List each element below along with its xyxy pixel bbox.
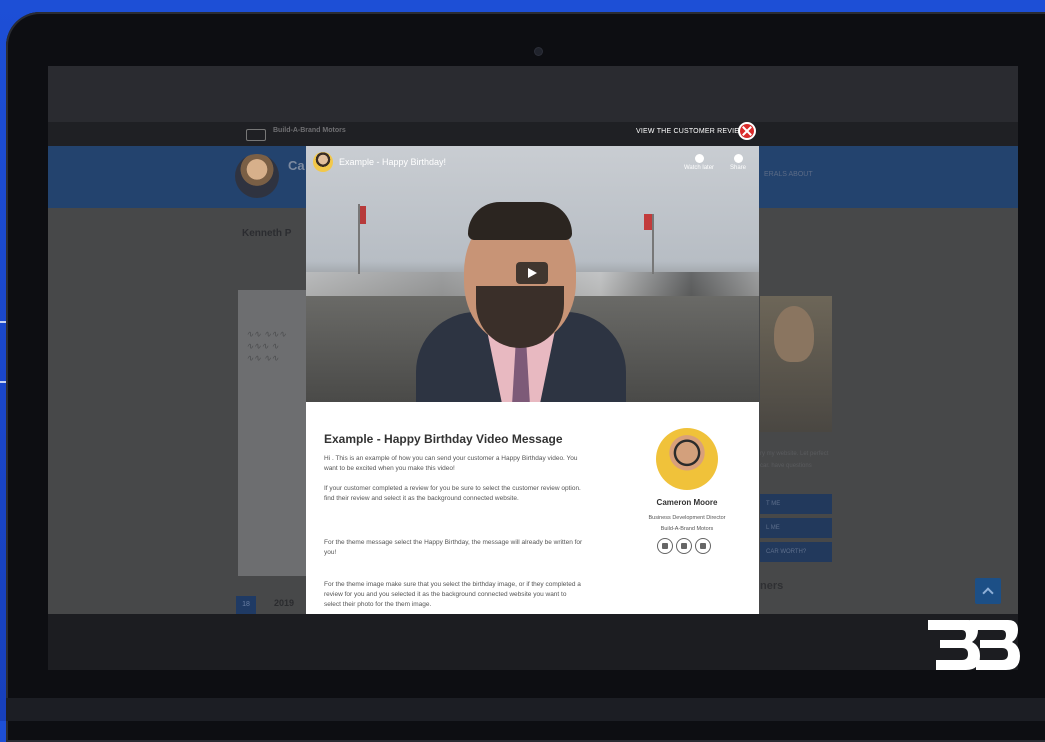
- scroll-top-button[interactable]: [975, 578, 1001, 604]
- message-content: Example - Happy Birthday Video Message H…: [306, 402, 759, 614]
- message-title: Example - Happy Birthday Video Message: [324, 432, 563, 446]
- close-icon[interactable]: [738, 122, 756, 140]
- salesperson-photo: [760, 296, 832, 432]
- site-footer: [48, 614, 1018, 670]
- about-text: ry my website. Let perfect car. have que…: [760, 451, 829, 469]
- site-nav-bar: [48, 122, 1018, 146]
- watch-later-button[interactable]: Watch later: [682, 154, 716, 171]
- email-icon[interactable]: [695, 538, 711, 554]
- chat-icon[interactable]: [676, 538, 692, 554]
- profile-company: Build-A-Brand Motors: [660, 526, 714, 532]
- review-name: Kenneth P: [242, 228, 292, 239]
- header-links[interactable]: ERALS ABOUT: [764, 171, 813, 178]
- nav-brand: Build-A-Brand Motors: [273, 127, 346, 134]
- note-scribble: ∿∿ ∿∿∿ ∿∿∿ ∿ ∿∿ ∿∿: [246, 329, 287, 363]
- brand-logo-icon: [246, 129, 266, 141]
- car-worth-button[interactable]: CAR WORTH?: [760, 542, 832, 562]
- flag-pole: [358, 204, 366, 274]
- contact-icons: [657, 538, 717, 554]
- profile-name: Cameron Moore: [656, 498, 718, 507]
- video-title[interactable]: Example - Happy Birthday!: [339, 157, 446, 167]
- avatar: [235, 154, 279, 198]
- vehicle-title: 2019: [274, 598, 295, 608]
- presenter-hair: [468, 202, 572, 240]
- browser-top: [48, 66, 1018, 122]
- play-icon[interactable]: [516, 262, 548, 284]
- date-badge: 18: [236, 596, 256, 614]
- share-label: Share: [729, 165, 746, 171]
- clock-icon: [694, 154, 704, 163]
- header-name: Ca: [288, 158, 305, 173]
- profile-avatar: [656, 428, 718, 490]
- text-me-button[interactable]: T ME: [760, 494, 832, 514]
- message-paragraph: Hi . This is an example of how you can s…: [324, 455, 578, 472]
- video-player[interactable]: Example - Happy Birthday! Watch later Sh…: [306, 146, 759, 402]
- profile-role: Business Development Director: [648, 515, 726, 521]
- share-button[interactable]: Share: [721, 154, 755, 171]
- message-paragraph: If your customer completed a review for …: [324, 485, 581, 502]
- message-paragraph: For the theme image make sure that you s…: [324, 581, 581, 608]
- share-icon: [733, 154, 743, 163]
- view-review-label[interactable]: VIEW THE CUSTOMER REVIEW: [636, 128, 746, 135]
- laptop-screen: Build-A-Brand Motors Ca ERALS ABOUT Kenn…: [48, 66, 1018, 670]
- call-me-button[interactable]: L ME: [760, 518, 832, 538]
- bb-logo-icon: [928, 620, 1020, 670]
- channel-avatar[interactable]: [313, 152, 333, 172]
- video-message-modal: Example - Happy Birthday! Watch later Sh…: [306, 146, 759, 614]
- flag-pole: [644, 214, 654, 274]
- message-paragraph: For the theme message select the Happy B…: [324, 539, 583, 556]
- phone-icon[interactable]: [657, 538, 673, 554]
- laptop-base: [6, 698, 1045, 721]
- watch-later-label: Watch later: [683, 165, 715, 171]
- section-heading: ners: [760, 580, 784, 592]
- camera-icon: [535, 48, 542, 55]
